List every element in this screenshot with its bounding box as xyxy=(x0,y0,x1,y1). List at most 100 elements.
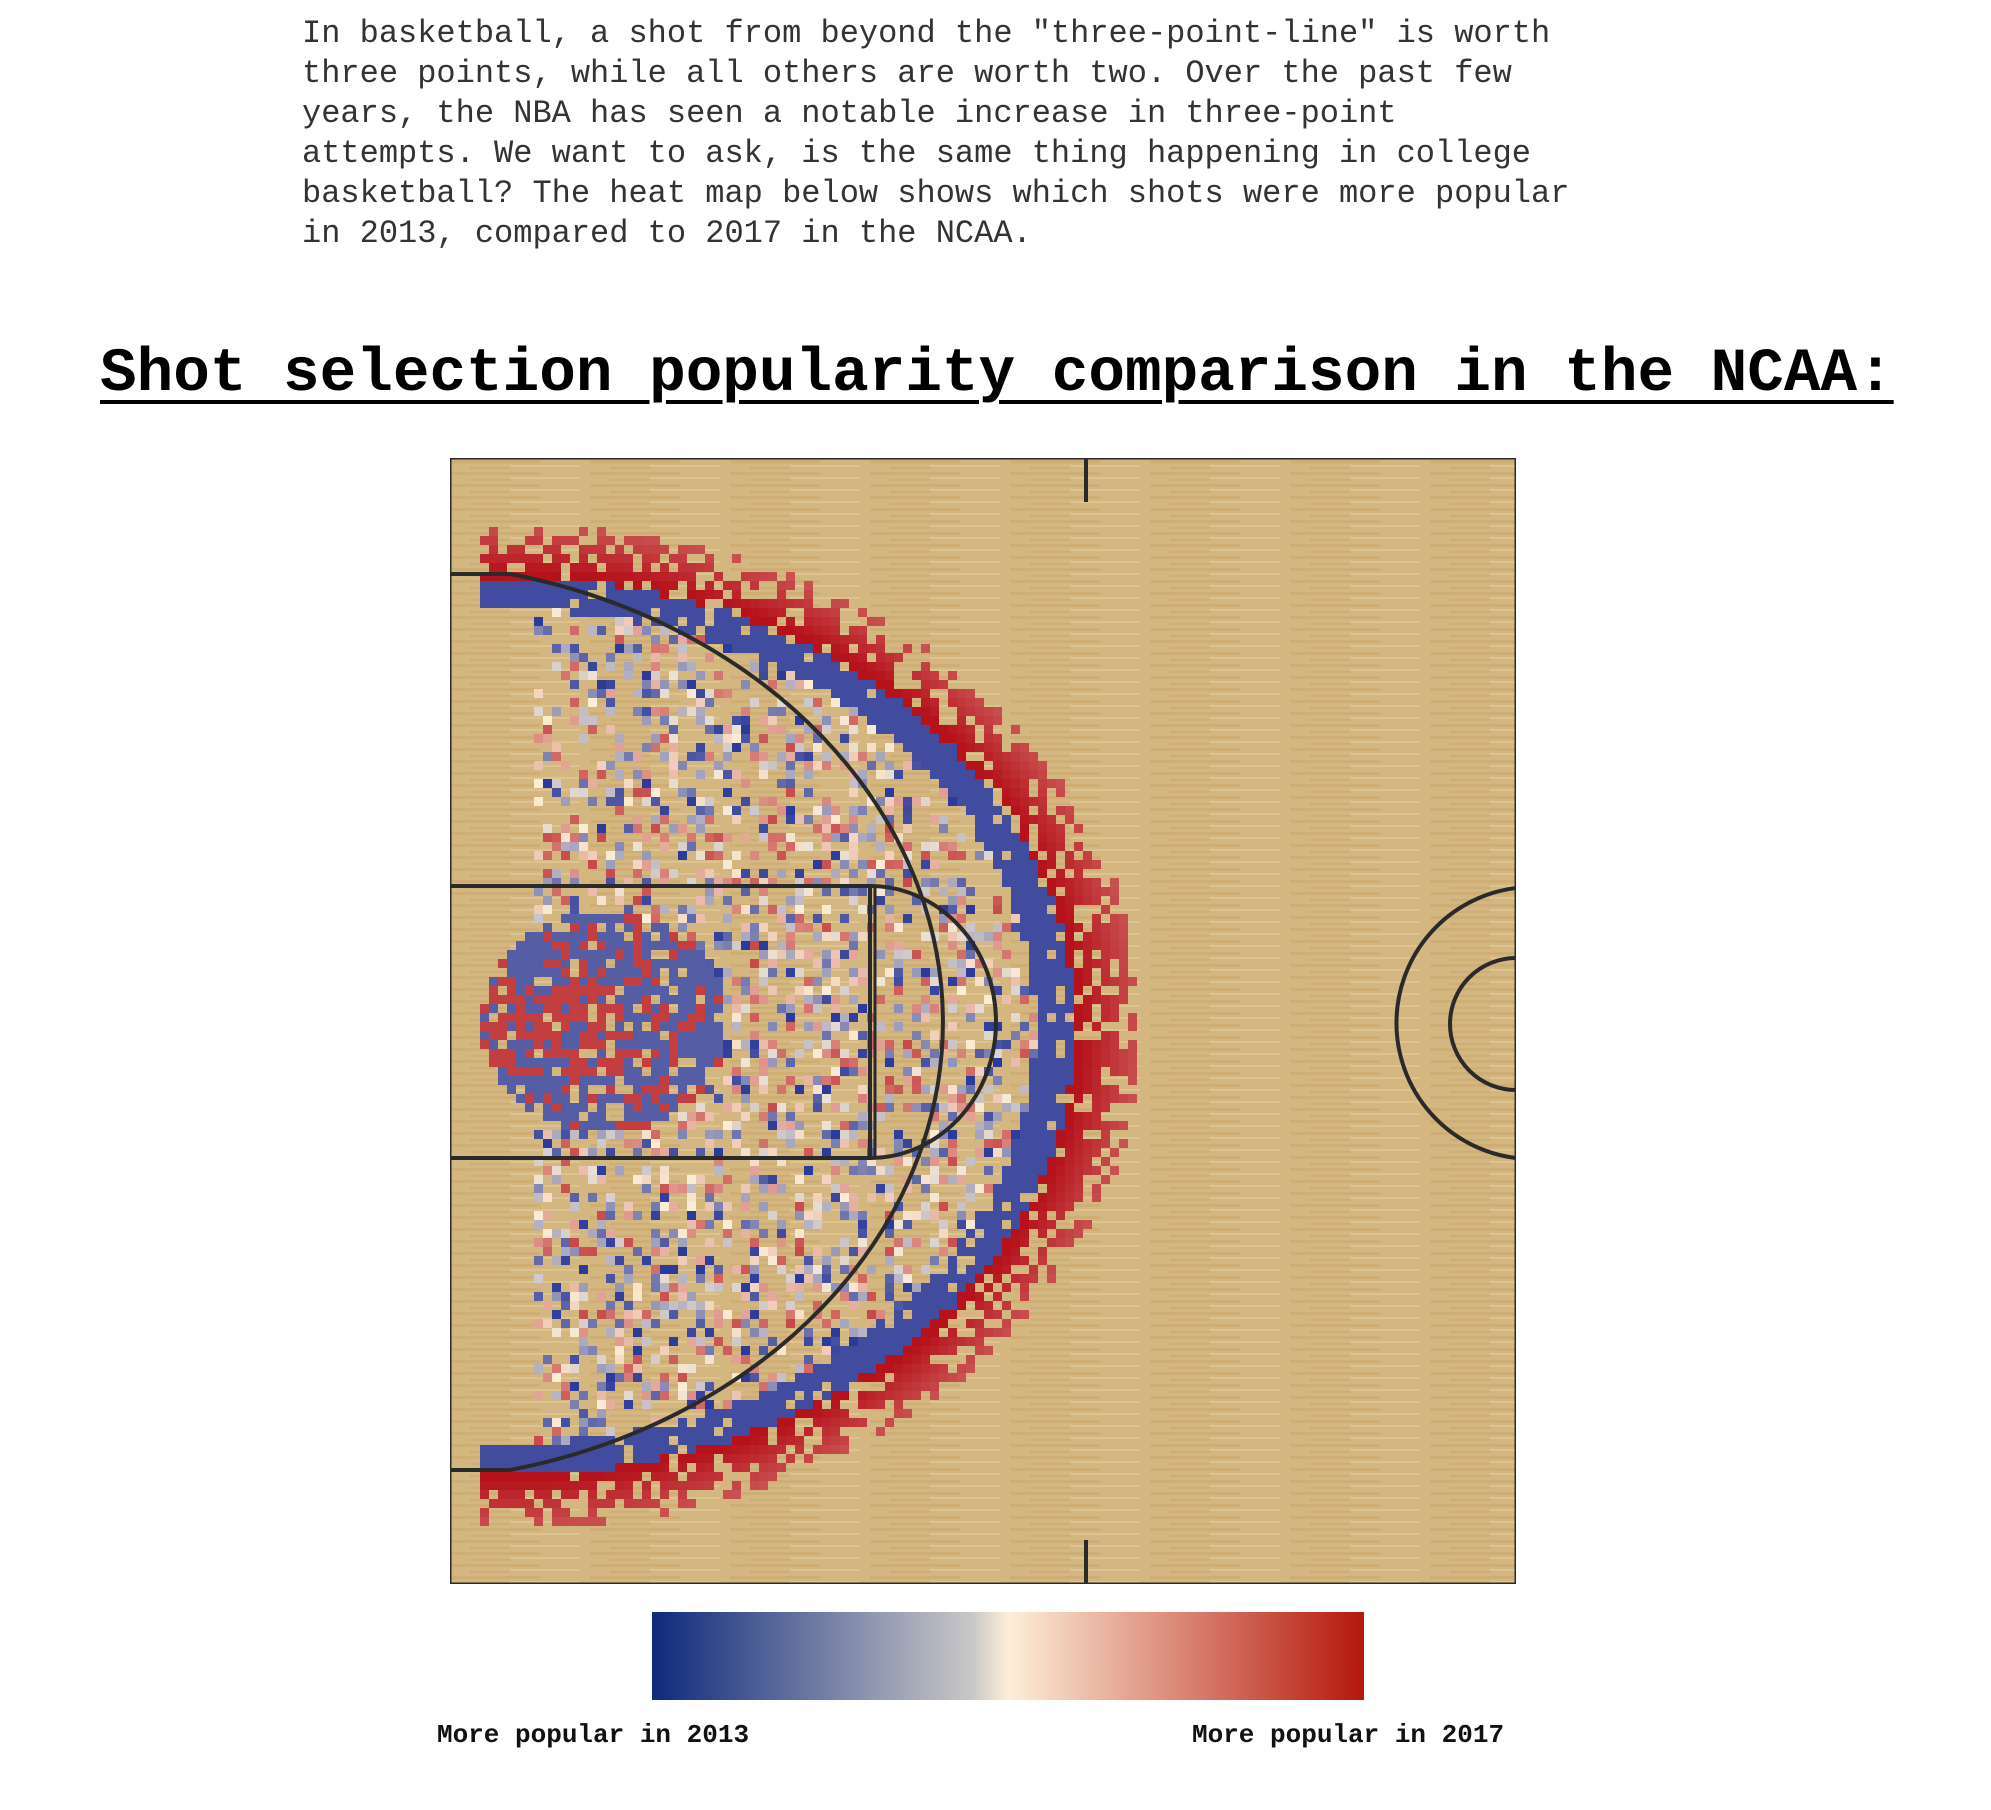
heatmap-cell xyxy=(588,662,597,671)
heatmap-cell xyxy=(1038,1130,1047,1139)
heatmap-cell xyxy=(813,1445,822,1454)
heatmap-cell xyxy=(948,1103,957,1112)
heatmap-cell xyxy=(714,1004,723,1013)
heatmap-cell xyxy=(660,986,669,995)
heatmap-cell xyxy=(732,1013,741,1022)
heatmap-cell xyxy=(579,986,588,995)
heatmap-cell xyxy=(966,1229,975,1238)
heatmap-cell xyxy=(660,1274,669,1283)
heatmap-cell xyxy=(894,860,903,869)
colorbar xyxy=(652,1612,1364,1700)
heatmap-cell xyxy=(822,1085,831,1094)
heatmap-cell xyxy=(966,743,975,752)
heatmap-cell xyxy=(597,1040,606,1049)
heatmap-cell xyxy=(741,1283,750,1292)
heatmap-cell xyxy=(939,752,948,761)
heatmap-cell xyxy=(579,1067,588,1076)
heatmap-cell xyxy=(1020,797,1029,806)
heatmap-cell xyxy=(768,1112,777,1121)
heatmap-cell xyxy=(921,1040,930,1049)
heatmap-cell xyxy=(687,590,696,599)
heatmap-cell xyxy=(624,959,633,968)
heatmap-cell xyxy=(669,977,678,986)
heatmap-cell xyxy=(651,1139,660,1148)
heatmap-cell xyxy=(687,1121,696,1130)
heatmap-cell xyxy=(1020,914,1029,923)
heatmap-cell xyxy=(534,1319,543,1328)
heatmap-cell xyxy=(912,707,921,716)
heatmap-cell xyxy=(966,1040,975,1049)
heatmap-cell xyxy=(813,617,822,626)
heatmap-cell xyxy=(939,1220,948,1229)
heatmap-cell xyxy=(714,761,723,770)
heatmap-cell xyxy=(1065,1175,1074,1184)
heatmap-cell xyxy=(615,644,624,653)
heatmap-cell xyxy=(849,815,858,824)
heatmap-cell xyxy=(1101,1013,1110,1022)
heatmap-cell xyxy=(921,977,930,986)
heatmap-cell xyxy=(1074,1040,1083,1049)
heatmap-cell xyxy=(921,1355,930,1364)
heatmap-cell xyxy=(543,1076,552,1085)
heatmap-cell xyxy=(687,572,696,581)
heatmap-cell xyxy=(561,896,570,905)
heatmap-cell xyxy=(1011,1193,1020,1202)
heatmap-cell xyxy=(534,1256,543,1265)
heatmap-cell xyxy=(1038,977,1047,986)
heatmap-cell xyxy=(651,1103,660,1112)
heatmap-cell xyxy=(678,563,687,572)
heatmap-cell xyxy=(1065,950,1074,959)
heatmap-cell xyxy=(642,716,651,725)
heatmap-cell xyxy=(1056,1031,1065,1040)
heatmap-cell xyxy=(498,1031,507,1040)
heatmap-cell xyxy=(741,1427,750,1436)
heatmap-cell xyxy=(777,1445,786,1454)
heatmap-cell xyxy=(921,1301,930,1310)
heatmap-cell xyxy=(1011,968,1020,977)
heatmap-cell xyxy=(957,1247,966,1256)
heatmap-cell xyxy=(1119,986,1128,995)
heatmap-cell xyxy=(885,707,894,716)
heatmap-cell xyxy=(1011,752,1020,761)
heatmap-cell xyxy=(822,626,831,635)
heatmap-cell xyxy=(849,779,858,788)
heatmap-cell xyxy=(948,779,957,788)
heatmap-cell xyxy=(660,1148,669,1157)
heatmap-cell xyxy=(1065,1184,1074,1193)
heatmap-cell xyxy=(1020,1139,1029,1148)
heatmap-cell xyxy=(552,788,561,797)
heatmap-cell xyxy=(894,950,903,959)
heatmap-cell xyxy=(561,1229,570,1238)
heatmap-cell xyxy=(993,1148,1002,1157)
heatmap-cell xyxy=(723,608,732,617)
heatmap-cell xyxy=(885,689,894,698)
heatmap-cell xyxy=(885,770,894,779)
heatmap-cell xyxy=(786,932,795,941)
heatmap-cell xyxy=(930,1346,939,1355)
heatmap-cell xyxy=(795,1373,804,1382)
heatmap-cell xyxy=(750,617,759,626)
heatmap-cell xyxy=(642,1175,651,1184)
heatmap-cell xyxy=(597,1013,606,1022)
heatmap-cell xyxy=(786,734,795,743)
heatmap-cell xyxy=(1110,977,1119,986)
heatmap-cell xyxy=(696,743,705,752)
heatmap-cell xyxy=(705,653,714,662)
heatmap-cell xyxy=(1056,977,1065,986)
heatmap-cell xyxy=(786,1076,795,1085)
heatmap-cell xyxy=(534,1445,543,1454)
heatmap-cell xyxy=(786,1382,795,1391)
heatmap-cell xyxy=(939,1085,948,1094)
heatmap-cell xyxy=(642,1184,651,1193)
heatmap-cell xyxy=(723,725,732,734)
heatmap-cell xyxy=(813,1085,822,1094)
heatmap-cell xyxy=(687,1220,696,1229)
heatmap-cell xyxy=(1020,896,1029,905)
heatmap-cell xyxy=(849,1328,858,1337)
heatmap-cell xyxy=(1020,887,1029,896)
heatmap-cell xyxy=(822,1040,831,1049)
heatmap-cell xyxy=(840,1364,849,1373)
heatmap-cell xyxy=(1038,932,1047,941)
heatmap-cell xyxy=(1092,896,1101,905)
heatmap-cell xyxy=(1074,1157,1083,1166)
